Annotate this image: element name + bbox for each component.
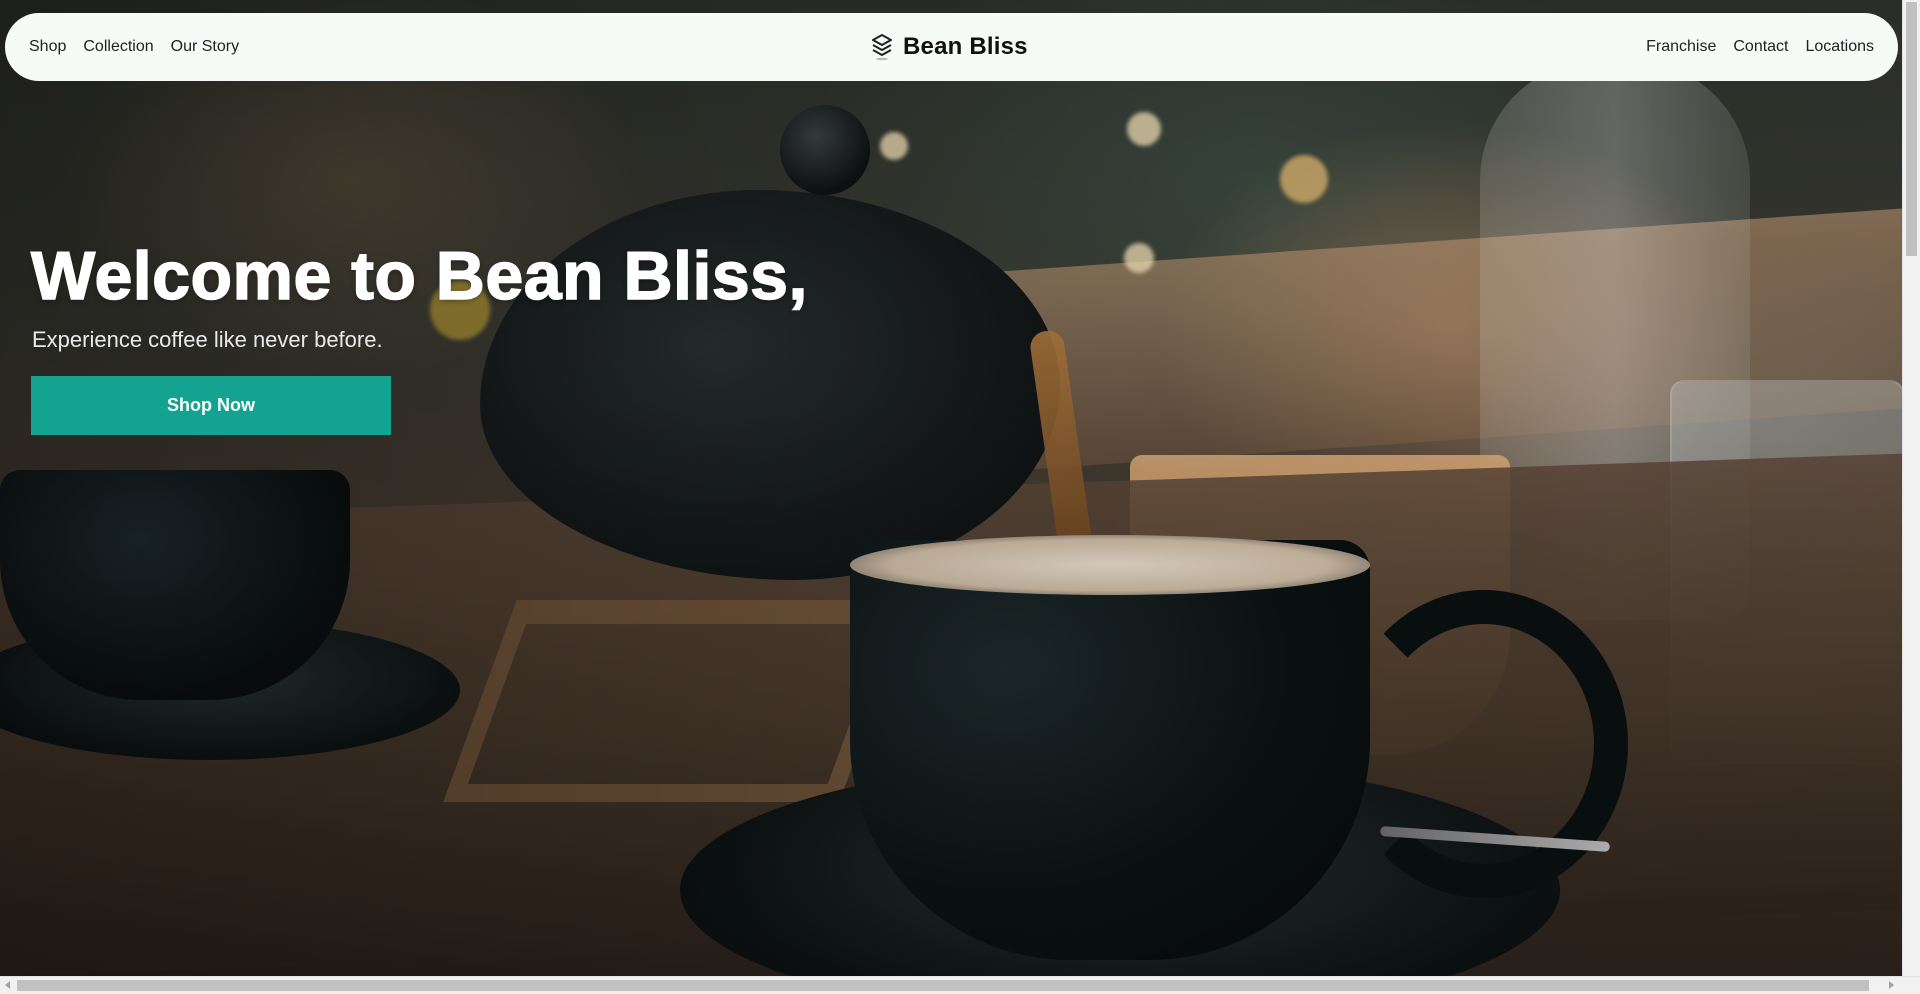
hero-title: Welcome to Bean Bliss, (30, 237, 808, 315)
hero-overlay (0, 0, 1902, 976)
horizontal-scrollbar[interactable] (0, 976, 1920, 994)
nav-left-group: Shop Collection Our Story (29, 38, 239, 56)
nav-link-shop[interactable]: Shop (29, 38, 66, 56)
scroll-right-arrow-icon[interactable] (1889, 981, 1894, 989)
nav-link-our-story[interactable]: Our Story (171, 38, 239, 56)
top-navbar: Shop Collection Our Story Bean Bliss Fra… (5, 13, 1898, 81)
vertical-scrollbar[interactable] (1902, 0, 1920, 976)
nav-link-contact[interactable]: Contact (1733, 38, 1788, 56)
brand-name: Bean Bliss (903, 33, 1028, 60)
scroll-left-arrow-icon[interactable] (5, 981, 10, 989)
brand-logo-link[interactable]: Bean Bliss (871, 13, 1028, 81)
horizontal-scrollbar-thumb[interactable] (17, 980, 1869, 991)
nav-link-locations[interactable]: Locations (1806, 38, 1875, 56)
page-viewport: Shop Collection Our Story Bean Bliss Fra… (0, 0, 1902, 976)
layers-icon (871, 33, 893, 61)
hero-content: Welcome to Bean Bliss, Experience coffee… (30, 236, 808, 435)
hero-background-image (0, 0, 1902, 976)
nav-right-group: Franchise Contact Locations (1646, 38, 1874, 56)
nav-link-franchise[interactable]: Franchise (1646, 38, 1716, 56)
vertical-scrollbar-thumb[interactable] (1906, 2, 1917, 256)
shop-now-button[interactable]: Shop Now (31, 376, 391, 435)
nav-link-collection[interactable]: Collection (83, 38, 153, 56)
hero-subtitle: Experience coffee like never before. (32, 327, 383, 352)
